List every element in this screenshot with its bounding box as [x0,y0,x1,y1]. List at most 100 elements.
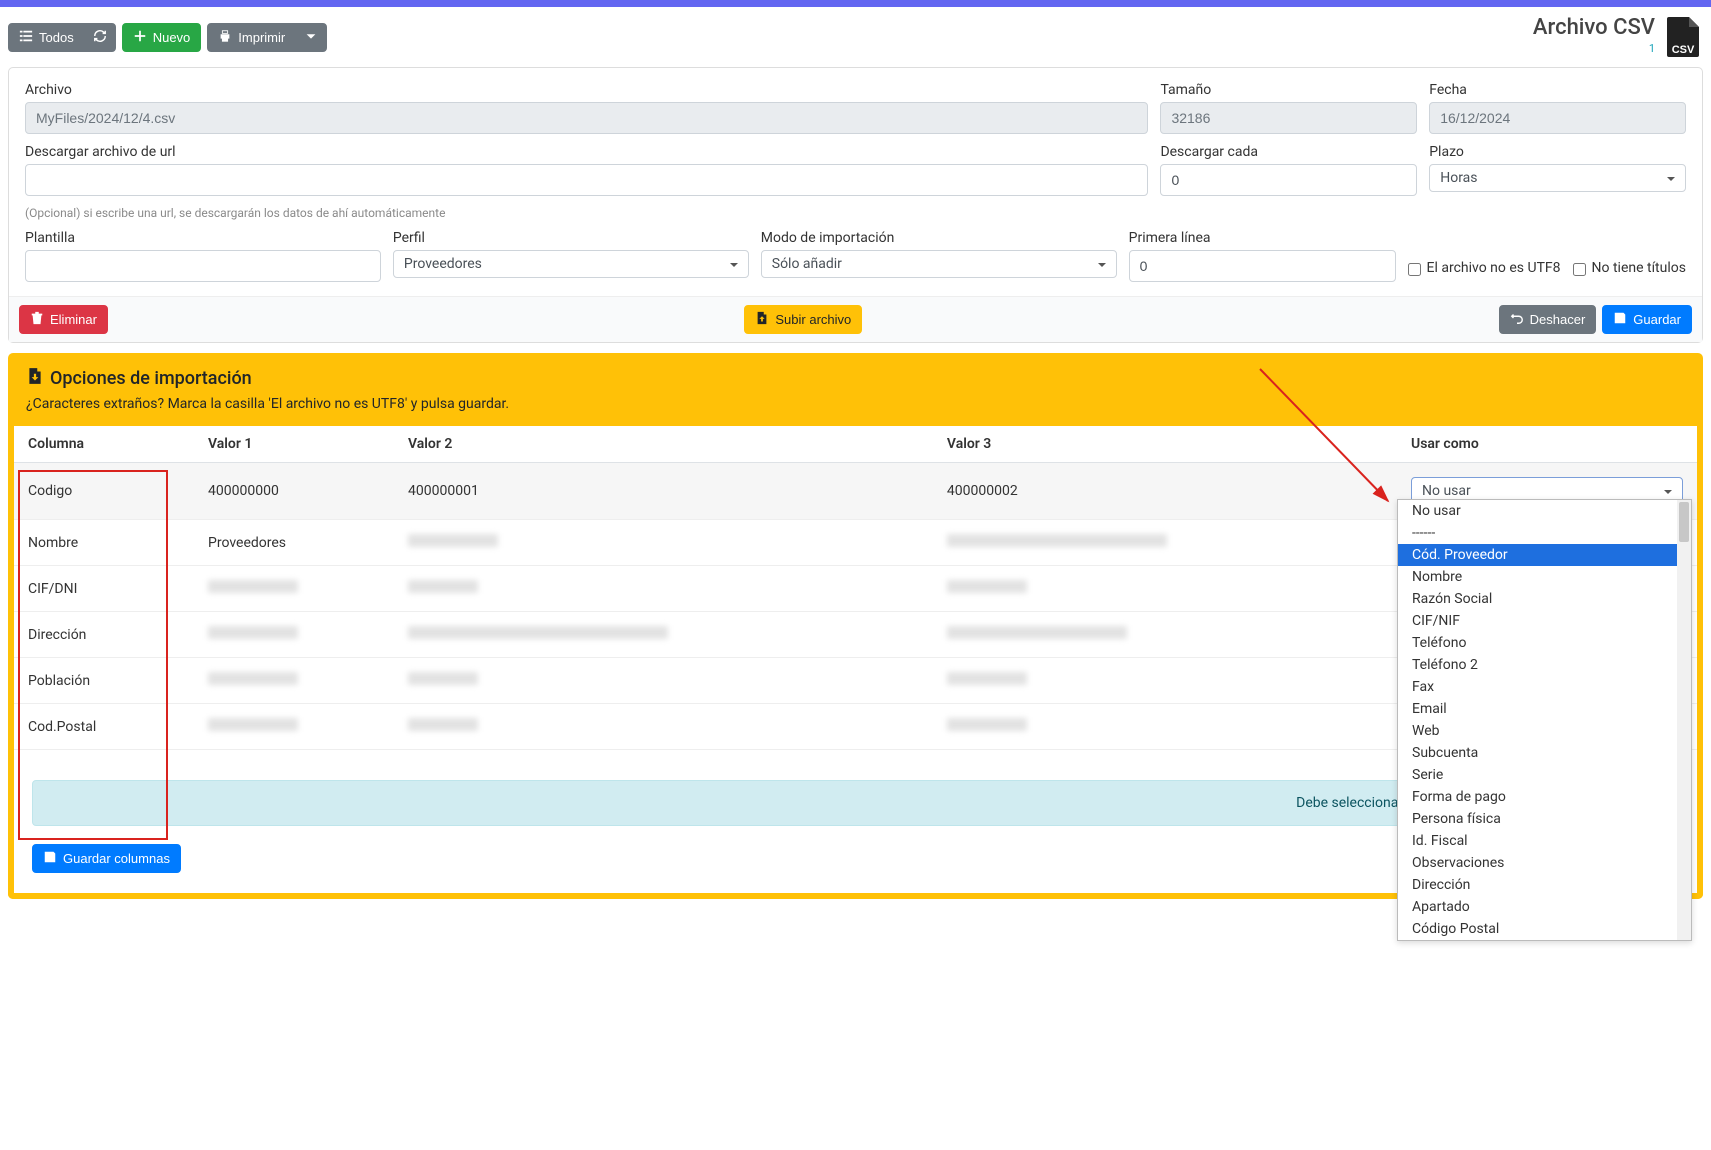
dropdown-option[interactable]: ------ [1398,522,1691,544]
perfil-label: Perfil [393,230,749,246]
plazo-select[interactable]: Horas [1429,164,1686,192]
th-columna: Columna [14,426,194,463]
perfil-select[interactable]: Proveedores [393,250,749,278]
dropdown-option[interactable]: No usar [1398,500,1691,522]
import-table: Columna Valor 1 Valor 2 Valor 3 Usar com… [14,426,1697,750]
import-hint: ¿Caracteres extraños? Marca la casilla '… [26,396,1685,412]
chevron-down-icon [304,29,318,46]
save-icon [1613,311,1627,328]
dropdown-option[interactable]: Subcuenta [1398,742,1691,764]
dropdown-option[interactable]: Id. Fiscal [1398,830,1691,852]
todos-button[interactable]: Todos [8,23,85,52]
cell-valor1 [194,566,394,612]
dropdown-option[interactable]: Web [1398,720,1691,742]
list-icon [19,29,33,46]
cell-columna: Dirección [14,612,194,658]
modo-label: Modo de importación [761,230,1117,246]
primera-field[interactable] [1129,250,1396,282]
plazo-label: Plazo [1429,144,1686,160]
guardar-button[interactable]: Guardar [1602,305,1692,334]
url-field[interactable] [25,164,1148,196]
primera-label: Primera línea [1129,230,1396,246]
undo-icon [1510,311,1524,328]
page-title: Archivo CSV [1533,15,1655,40]
tamano-label: Tamaño [1160,82,1417,98]
guardar-label: Guardar [1633,312,1681,327]
cell-valor3 [933,520,1397,566]
subir-button[interactable]: Subir archivo [744,305,862,334]
import-heading: Opciones de importación [50,368,252,389]
dropdown-option[interactable]: Observaciones [1398,852,1691,874]
dropdown-option[interactable]: Fax [1398,676,1691,698]
utf8-checkbox[interactable] [1408,263,1421,276]
todos-label: Todos [39,30,74,45]
guardar-columnas-label: Guardar columnas [63,851,170,866]
perfil-value: Proveedores [404,256,482,272]
th-valor2: Valor 2 [394,426,933,463]
dropdown-option[interactable]: Persona física [1398,808,1691,830]
modo-value: Sólo añadir [772,256,842,272]
cell-valor1: Proveedores [194,520,394,566]
dropdown-option[interactable]: Forma de pago [1398,786,1691,808]
dropdown-option[interactable]: Código Postal [1398,918,1691,940]
dropdown-option[interactable]: Nombre [1398,566,1691,588]
dropdown-option[interactable]: Apartado [1398,896,1691,918]
dropdown-option[interactable]: Dirección [1398,874,1691,896]
th-valor1: Valor 1 [194,426,394,463]
import-icon [26,367,44,390]
modo-select[interactable]: Sólo añadir [761,250,1117,278]
dropdown-option[interactable]: Razón Social [1398,588,1691,610]
plazo-value: Horas [1440,170,1477,186]
dropdown-scrollbar[interactable] [1677,500,1691,940]
cell-columna: Codigo [14,463,194,520]
save-icon [43,850,57,867]
tamano-field [1160,102,1417,134]
cell-valor1 [194,704,394,750]
dropdown-option[interactable]: Teléfono 2 [1398,654,1691,676]
cell-valor1 [194,658,394,704]
dropdown-option[interactable]: Teléfono [1398,632,1691,654]
utf8-checkbox-wrap[interactable]: El archivo no es UTF8 [1408,254,1561,282]
dropdown-option[interactable]: CIF/NIF [1398,610,1691,632]
plantilla-label: Plantilla [25,230,381,246]
utf8-checkbox-label: El archivo no es UTF8 [1427,260,1561,276]
nuevo-button[interactable]: Nuevo [122,23,202,52]
cell-valor3: 400000002 [933,463,1397,520]
imprimir-button[interactable]: Imprimir [207,23,296,52]
cell-columna: Nombre [14,520,194,566]
plantilla-field[interactable] [25,250,381,282]
cell-columna: Población [14,658,194,704]
cell-valor1: 400000000 [194,463,394,520]
cell-valor3 [933,612,1397,658]
cada-field[interactable] [1160,164,1417,196]
csv-file-icon: CSV [1663,15,1703,59]
url-help: (Opcional) si escribe una url, se descar… [25,206,1686,220]
guardar-columnas-button[interactable]: Guardar columnas [32,844,181,873]
fecha-label: Fecha [1429,82,1686,98]
deshacer-button[interactable]: Deshacer [1499,305,1597,334]
cada-label: Descargar cada [1160,144,1417,160]
cell-valor3 [933,704,1397,750]
page-subtitle: 1 [1533,42,1655,55]
cell-columna: CIF/DNI [14,566,194,612]
cell-usar: No usarNo usar------Cód. ProveedorNombre… [1397,463,1697,520]
titles-checkbox-label: No tiene títulos [1592,260,1686,276]
usar-como-dropdown[interactable]: No usar------Cód. ProveedorNombreRazón S… [1397,499,1692,941]
archivo-label: Archivo [25,82,1148,98]
archivo-field [25,102,1148,134]
refresh-icon [93,29,107,46]
imprimir-caret[interactable] [295,23,327,52]
titles-checkbox-wrap[interactable]: No tiene títulos [1573,254,1686,282]
plus-icon [133,29,147,46]
svg-text:CSV: CSV [1672,44,1695,56]
titles-checkbox[interactable] [1573,263,1586,276]
eliminar-label: Eliminar [50,312,97,327]
eliminar-button[interactable]: Eliminar [19,305,108,334]
dropdown-option[interactable]: Cód. Proveedor [1398,544,1691,566]
refresh-button[interactable] [84,23,116,52]
dropdown-option[interactable]: Email [1398,698,1691,720]
fecha-field [1429,102,1686,134]
cell-valor3 [933,658,1397,704]
dropdown-option[interactable]: Serie [1398,764,1691,786]
print-icon [218,29,232,46]
